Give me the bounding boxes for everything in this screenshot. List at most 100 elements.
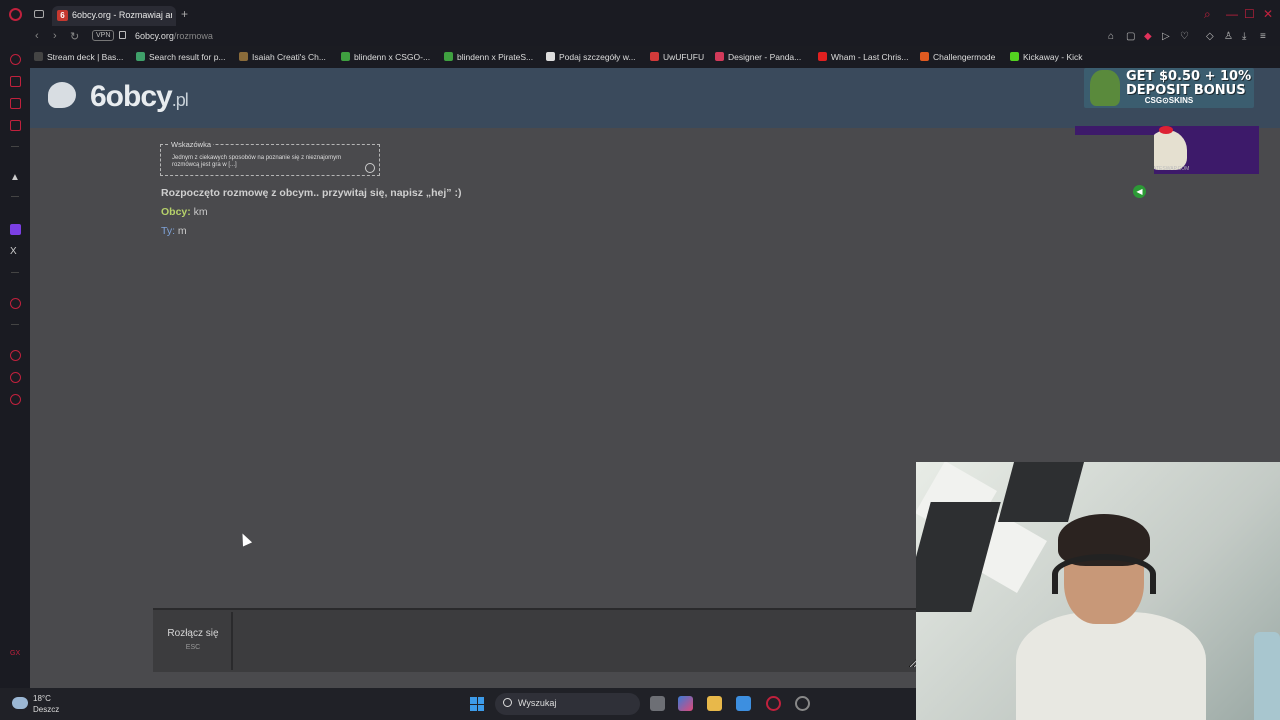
opera-logo-icon[interactable] [9, 8, 22, 21]
tab-active[interactable]: 6 6obcy.org - Rozmawiaj an [52, 6, 176, 26]
tip-title: Wskazówka [169, 140, 214, 149]
gx-icon[interactable]: GX [10, 648, 21, 659]
back-icon[interactable]: ‹ [35, 30, 39, 42]
bookmark-label: Designer - Panda... [728, 52, 802, 62]
bookmark-item[interactable]: Designer - Panda... [715, 52, 801, 62]
heart-icon[interactable]: ♡ [1180, 31, 1189, 42]
settings-icon[interactable] [10, 394, 21, 405]
message-author: Ty: [161, 225, 176, 237]
file-explorer-icon[interactable] [707, 696, 722, 711]
bookmark-label: blindenn x PirateS... [457, 52, 534, 62]
tab-favicon-icon: 6 [57, 10, 68, 21]
bookmarks-bar: Stream deck | Bas... Search result for p… [30, 50, 1280, 68]
bookmark-item[interactable]: Stream deck | Bas... [34, 52, 123, 62]
sound-toggle-icon[interactable]: ◀ [1133, 185, 1146, 198]
play-icon[interactable]: ▷ [1162, 31, 1170, 42]
bookmark-label: Challengermode [933, 52, 996, 62]
player-icon[interactable] [10, 298, 21, 309]
bookmark-favicon-icon [1010, 52, 1019, 61]
aria-icon[interactable] [10, 54, 21, 65]
bookmark-item[interactable]: Podaj szczegóły w... [546, 52, 636, 62]
weather-description[interactable]: Deszcz [33, 705, 59, 714]
tab-islands-icon[interactable] [34, 10, 44, 18]
message-text: km [190, 206, 208, 218]
profile-icon[interactable]: ♙ [1224, 31, 1233, 42]
close-icon[interactable]: ✕ [1263, 7, 1273, 21]
pocket-icon[interactable]: ◆ [1144, 31, 1152, 42]
bookmark-icon[interactable]: ⌂ [1108, 31, 1114, 42]
address-bar: ‹ › ↻ VPN 6obcy.org/rozmowa ⌂ ▢ ◆ ▷ ♡ ◇ … [0, 28, 1280, 46]
bookmark-label: Wham - Last Chris... [831, 52, 909, 62]
url-path: /rozmowa [173, 31, 213, 41]
url-field[interactable]: 6obcy.org/rozmowa [135, 31, 213, 41]
bookmark-item[interactable]: Search result for p... [136, 52, 226, 62]
opera-gx-taskbar-icon[interactable] [766, 696, 781, 711]
message-text: m [175, 225, 187, 237]
weather-cloud-icon[interactable] [12, 697, 28, 709]
ad-banner-csgoskins[interactable]: GET $0.50 + 10% DEPOSIT BONUS CSG⊙SKINS [1084, 68, 1254, 108]
bookmark-favicon-icon [920, 52, 929, 61]
download-icon[interactable]: ⤓ [1242, 31, 1246, 42]
history-icon[interactable] [10, 350, 21, 361]
bookmark-item[interactable]: blindenn x CSGO-... [341, 52, 430, 62]
bookmark-item[interactable]: Challengermode [920, 52, 995, 62]
menu-icon[interactable]: ≡ [1260, 31, 1266, 42]
logo-bubble-icon[interactable] [48, 82, 76, 108]
bookmark-label: Isaiah Creati's Ch... [252, 52, 326, 62]
headphones-icon [1052, 554, 1156, 594]
system-message: Rozpoczęto rozmowę z obcym.. przywitaj s… [161, 187, 462, 199]
forward-icon[interactable]: › [53, 30, 57, 42]
bookmark-favicon-icon [650, 52, 659, 61]
bookmark-item[interactable]: Isaiah Creati's Ch... [239, 52, 326, 62]
extensions-sidebar-icon[interactable] [10, 372, 21, 383]
search-tabs-icon[interactable]: ⌕ [1204, 7, 1211, 22]
water-bottle [1254, 632, 1280, 720]
disconnect-label: Rozłącz się [167, 628, 219, 639]
tip-refresh-icon[interactable] [365, 163, 375, 173]
chat-message: Ty: m [161, 225, 187, 237]
music-icon[interactable] [10, 120, 21, 131]
lock-icon[interactable] [119, 31, 126, 39]
person-body [1016, 612, 1206, 720]
ad-brand: CSG⊙SKINS [1144, 96, 1194, 105]
bookmark-label: Kickaway - Kick [1023, 52, 1083, 62]
ad-headline: GET $0.50 + 10% DEPOSIT BONUS [1126, 70, 1251, 98]
ms-store-icon[interactable] [736, 696, 751, 711]
weather-temperature[interactable]: 18°C [33, 694, 51, 703]
bookmark-item[interactable]: Wham - Last Chris... [818, 52, 908, 62]
bookmark-favicon-icon [444, 52, 453, 61]
new-tab-button[interactable]: + [181, 7, 188, 21]
vpn-badge[interactable]: VPN [92, 30, 115, 41]
steam-icon[interactable] [795, 696, 810, 711]
taskbar-search[interactable]: Wyszukaj [495, 693, 640, 715]
twitch-icon[interactable] [10, 224, 21, 235]
desktop-screen: 6 6obcy.org - Rozmawiaj an + ⌕ — ☐ ✕ ‹ ›… [0, 0, 1280, 720]
bookmark-item[interactable]: UwUFUFU [650, 52, 704, 62]
messenger-icon[interactable] [10, 98, 21, 109]
disconnect-button[interactable]: Rozłącz się ESC [153, 612, 233, 670]
snapshot-icon[interactable]: ▢ [1126, 31, 1135, 42]
ad-comb-icon [1159, 126, 1173, 134]
bookmark-favicon-icon [818, 52, 827, 61]
task-view-icon[interactable] [650, 696, 665, 711]
message-input[interactable] [237, 614, 917, 668]
tip-text: Jednym z ciekawych sposobów na poznanie … [172, 155, 342, 168]
bookmark-item[interactable]: Kickaway - Kick [1010, 52, 1083, 62]
maximize-icon[interactable]: ☐ [1244, 7, 1255, 21]
tip-box[interactable]: Wskazówka Jednym z ciekawych sposobów na… [160, 140, 380, 176]
copilot-icon[interactable] [678, 696, 693, 711]
minimize-icon[interactable]: — [1226, 7, 1238, 21]
search-icon [503, 698, 512, 707]
bookmark-item[interactable]: blindenn x PirateS... [444, 52, 533, 62]
bookmark-favicon-icon [136, 52, 145, 61]
x-twitter-icon[interactable]: X [10, 246, 21, 257]
reload-icon[interactable]: ↻ [70, 30, 79, 43]
chatgpt-icon[interactable] [10, 76, 21, 87]
workspace-icon[interactable]: ▲ [10, 172, 21, 183]
disconnect-shortcut: ESC [185, 644, 201, 651]
site-logo[interactable]: 6obcy.pl [90, 80, 189, 114]
bookmark-favicon-icon [715, 52, 724, 61]
sidebar-divider [11, 196, 19, 197]
extensions-icon[interactable]: ◇ [1206, 31, 1214, 42]
start-windows-icon[interactable] [470, 697, 484, 711]
